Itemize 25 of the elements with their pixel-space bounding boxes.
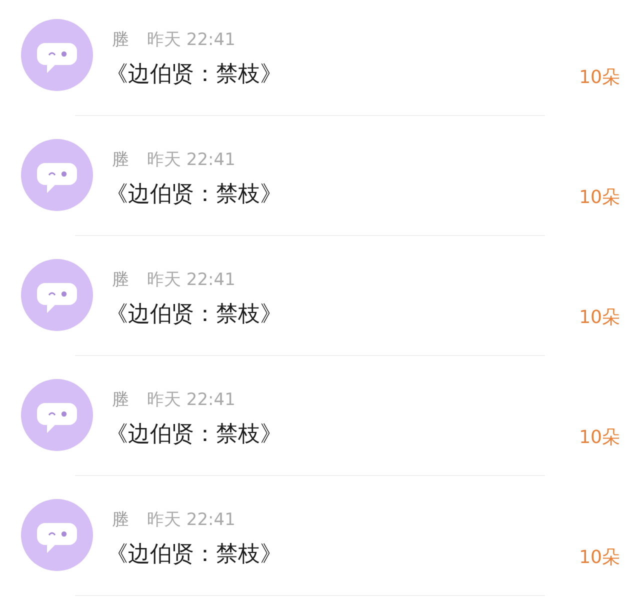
avatar-icon [21,379,93,451]
avatar-icon [21,259,93,331]
gift-amount: 10朵 [579,426,620,449]
avatar-icon [21,499,93,571]
user-name: 塍 [112,389,129,411]
avatar-icon [21,19,93,91]
gift-amount: 10朵 [579,66,620,89]
book-title: 《边伯贤：禁枝》 [106,301,283,329]
timestamp: 昨天 22:41 [147,269,236,291]
user-name: 塍 [112,509,129,531]
book-title: 《边伯贤：禁枝》 [106,61,283,89]
timestamp: 昨天 22:41 [147,509,236,531]
timestamp: 昨天 22:41 [147,149,236,171]
user-name: 塍 [112,29,129,51]
user-name: 塍 [112,149,129,171]
gift-amount: 10朵 [579,306,620,329]
book-title: 《边伯贤：禁枝》 [106,421,283,449]
timestamp: 昨天 22:41 [147,29,236,51]
book-title: 《边伯贤：禁枝》 [106,181,283,209]
timestamp: 昨天 22:41 [147,389,236,411]
avatar-icon [21,139,93,211]
book-title: 《边伯贤：禁枝》 [106,541,283,569]
user-name: 塍 [112,269,129,291]
gift-amount: 10朵 [579,546,620,569]
gift-amount: 10朵 [579,186,620,209]
